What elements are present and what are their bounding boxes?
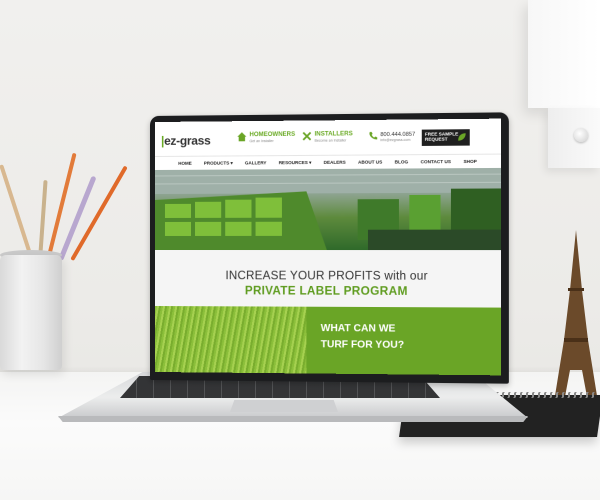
turf-cta-panel[interactable]: WHAT CAN WE TURF FOR YOU? — [306, 306, 502, 376]
hero-image-warehouse — [155, 167, 502, 251]
cta-line-2: TURF FOR YOU? — [320, 339, 405, 351]
homeowners-link[interactable]: HOMEOWNERS Get an Installer — [249, 132, 295, 143]
eiffel-tower-figurine — [554, 230, 598, 402]
laptop-base-edge — [58, 416, 528, 422]
contact-info[interactable]: 800.444.0857 info@ezgrass.com — [380, 132, 415, 142]
wall-device — [528, 0, 600, 108]
paint-brush — [46, 152, 77, 261]
grass-image — [155, 306, 307, 374]
wall-knob — [574, 128, 588, 142]
phone-icon — [369, 131, 378, 140]
paint-brush — [0, 164, 34, 261]
promo-banner: INCREASE YOUR PROFITS with our PRIVATE L… — [155, 250, 502, 308]
cta-line-1: WHAT CAN WE — [320, 322, 396, 335]
photo-scene: |ez-grass HOMEOWNERS Get an Installer IN… — [0, 0, 600, 500]
promo-subheadline[interactable]: PRIVATE LABEL PROGRAM — [155, 285, 501, 298]
site-logo[interactable]: |ez-grass — [161, 134, 210, 148]
laptop-trackpad — [230, 400, 338, 412]
promo-headline: INCREASE YOUR PROFITS with our — [225, 270, 428, 283]
bottom-section: WHAT CAN WE TURF FOR YOU? — [155, 306, 502, 376]
tools-icon — [302, 132, 311, 141]
installers-link[interactable]: INSTALLERS Become an Installer — [315, 131, 353, 142]
free-sample-button[interactable]: FREE SAMPLE REQUEST — [421, 129, 470, 146]
home-icon — [237, 132, 247, 142]
brush-cup — [0, 255, 62, 370]
paint-brush — [38, 180, 48, 261]
nav-item-shop[interactable]: SHOP — [457, 155, 483, 170]
leaf-icon — [458, 133, 466, 141]
warehouse-illustration — [155, 167, 502, 251]
nav-item-blog[interactable]: BLOG — [388, 155, 414, 169]
laptop-screen: |ez-grass HOMEOWNERS Get an Installer IN… — [155, 118, 502, 376]
site-header: |ez-grass HOMEOWNERS Get an Installer IN… — [155, 118, 502, 156]
